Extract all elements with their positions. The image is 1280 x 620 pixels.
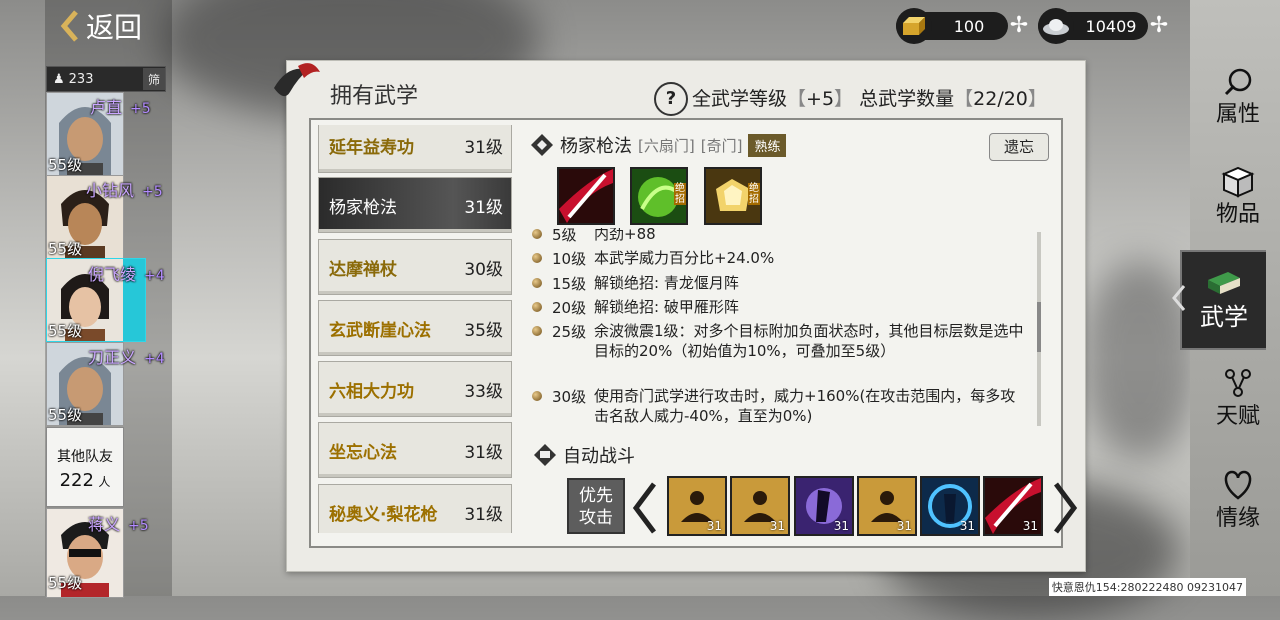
effect-row: 20级 解锁绝招: 破甲雁形阵 [526,297,1026,318]
skill-art-gold[interactable]: 绝招 [704,167,762,225]
bullet-icon [532,253,542,263]
gold-ingot-icon [896,8,932,44]
type-tag: [奇门] [700,136,743,155]
effect-row: 15级 解锁绝招: 青龙偃月阵 [526,273,1026,294]
auto-battle-title: 自动战斗 [563,446,635,467]
hero-level: 55级 [48,156,83,174]
effect-row: 10级 本武学威力百分比+24.0% [526,248,1026,269]
effect-row: 25级 余波微震1级：对多个目标附加负面状态时，其他目标层数是选中目标的20%（初… [526,321,1026,361]
attribute-icon [1224,68,1252,96]
effect-scrollbar[interactable] [1037,232,1041,426]
effect-row: 30级 使用奇门武学进行攻击时，威力+160%(在攻击范围内，每多攻击名敌人威力-… [526,386,1026,426]
gold-currency: 100 ✢ [896,6,1030,46]
talent-icon [1225,369,1251,397]
add-silver-button[interactable]: ✢ [1148,15,1170,37]
item-box-icon [1221,166,1255,198]
total-value: 22/20 [973,88,1028,110]
tab-chevron-left-icon [1172,285,1186,311]
teammates-label: 其他队友 [57,449,113,465]
skill-list[interactable]: 延年益寿功 31级 杨家枪法 31级 达摩禅杖 30级 玄武断崖心法 35级 六相大力功… [318,125,514,533]
martial-stats: 全武学等级【+5】 总武学数量【22/20】 [692,88,1047,110]
skill-item[interactable]: 秘奥义·梨花枪 31级 [318,484,512,533]
auto-skill-slot[interactable]: 31 [857,476,917,536]
add-gold-button[interactable]: ✢ [1008,15,1030,37]
hero-name: 小钻风 +5 [86,181,163,200]
proficiency-badge: 熟练 [748,133,787,157]
skill-detail-header: 杨家枪法 [六扇门] [奇门] 熟练 [530,132,787,158]
diamond-icon [534,444,556,466]
ultimate-tag: 绝招 [674,183,686,205]
teammates-unit: 人 [98,475,111,489]
auto-skill-slot[interactable]: 31 [667,476,727,536]
tab-bonds[interactable]: 情缘 [1196,468,1280,548]
tab-talents[interactable]: 天赋 [1196,366,1280,446]
hero-level: 55级 [48,406,83,424]
hero-name: 蒋义 +5 [88,515,149,534]
skill-item[interactable]: 玄武断崖心法 35级 [318,300,512,356]
hero-level: 55级 [48,240,83,258]
skill-art-spear[interactable] [557,167,615,225]
filter-button[interactable]: 筛 [143,68,165,90]
all-level-label: 全武学等级 [692,88,788,110]
auto-skill-slot[interactable]: 31 [920,476,980,536]
bullet-icon [532,326,542,336]
brush-mark-icon [274,63,320,97]
total-label: 总武学数量 [859,88,955,110]
scrollbar-thumb[interactable] [1037,302,1041,352]
chevron-left-icon[interactable] [632,482,658,534]
silver-value: 10409 [1085,16,1137,36]
tab-attributes[interactable]: 属性 [1196,64,1280,144]
skill-item-selected[interactable]: 杨家枪法 31级 [318,177,512,233]
effect-row: 5级 内劲+88 [526,228,1026,245]
panel-title: 拥有武学 [330,84,419,109]
skill-item[interactable]: 坐忘心法 31级 [318,422,512,478]
back-button[interactable]: 返回 [60,6,180,46]
bullet-icon [532,229,542,239]
hero-count-box: ♟ 233 筛 [46,66,166,92]
hero-level: 55级 [48,322,83,340]
people-icon: ♟ [53,71,65,87]
skill-art-green[interactable]: 绝招 [630,167,688,225]
auto-skill-slot[interactable]: 31 [730,476,790,536]
hero-name: 卢直 +5 [90,98,151,117]
priority-attack-button[interactable]: 优先攻击 [567,478,625,534]
silver-ingot-icon [1038,8,1074,44]
hero-level: 55级 [48,574,83,592]
sect-tag: [六扇门] [638,136,695,155]
hero-count: 233 [68,71,94,87]
tab-items[interactable]: 物品 [1196,164,1280,244]
skill-item[interactable]: 达摩禅杖 30级 [318,239,512,295]
skill-item[interactable]: 延年益寿功 31级 [318,125,512,173]
back-label: 返回 [86,11,143,44]
silver-currency: 10409 ✢ [1038,6,1170,46]
auto-battle-header: 自动战斗 [533,442,635,468]
ultimate-tag: 绝招 [748,183,760,205]
gold-value: 100 [953,16,985,36]
diamond-icon [531,134,553,156]
skill-item[interactable]: 六相大力功 33级 [318,361,512,417]
spear-strike-icon [559,169,613,223]
help-icon[interactable]: ? [654,82,688,116]
other-teammates-button[interactable]: 其他队友 222 人 [46,427,124,507]
auto-skill-slot[interactable]: 31 [794,476,854,536]
teammates-count: 222 [59,470,94,491]
chevron-right-icon[interactable] [1052,482,1078,534]
hero-name: 刀正义 +4 [88,348,165,367]
bullet-icon [532,302,542,312]
skill-name: 杨家枪法 [560,136,632,157]
tab-martial-arts[interactable]: 武学 [1180,250,1266,350]
bullet-icon [532,391,542,401]
all-level-value: +5 [806,88,835,110]
watermark: 快意恩仇154:280222480 09231047 [1048,578,1246,596]
heart-bond-icon [1224,470,1252,500]
forget-button[interactable]: 遗忘 [989,133,1049,161]
auto-skill-slot[interactable]: 31 [983,476,1043,536]
bullet-icon [532,278,542,288]
hero-name: 倪飞绫 +4 [88,265,165,284]
martial-book-icon [1208,272,1240,294]
effect-list[interactable]: 5级 内劲+88 10级 本武学威力百分比+24.0% 15级 解锁绝招: 青龙偃月阵… [526,228,1034,428]
back-arrow-icon [60,10,78,42]
